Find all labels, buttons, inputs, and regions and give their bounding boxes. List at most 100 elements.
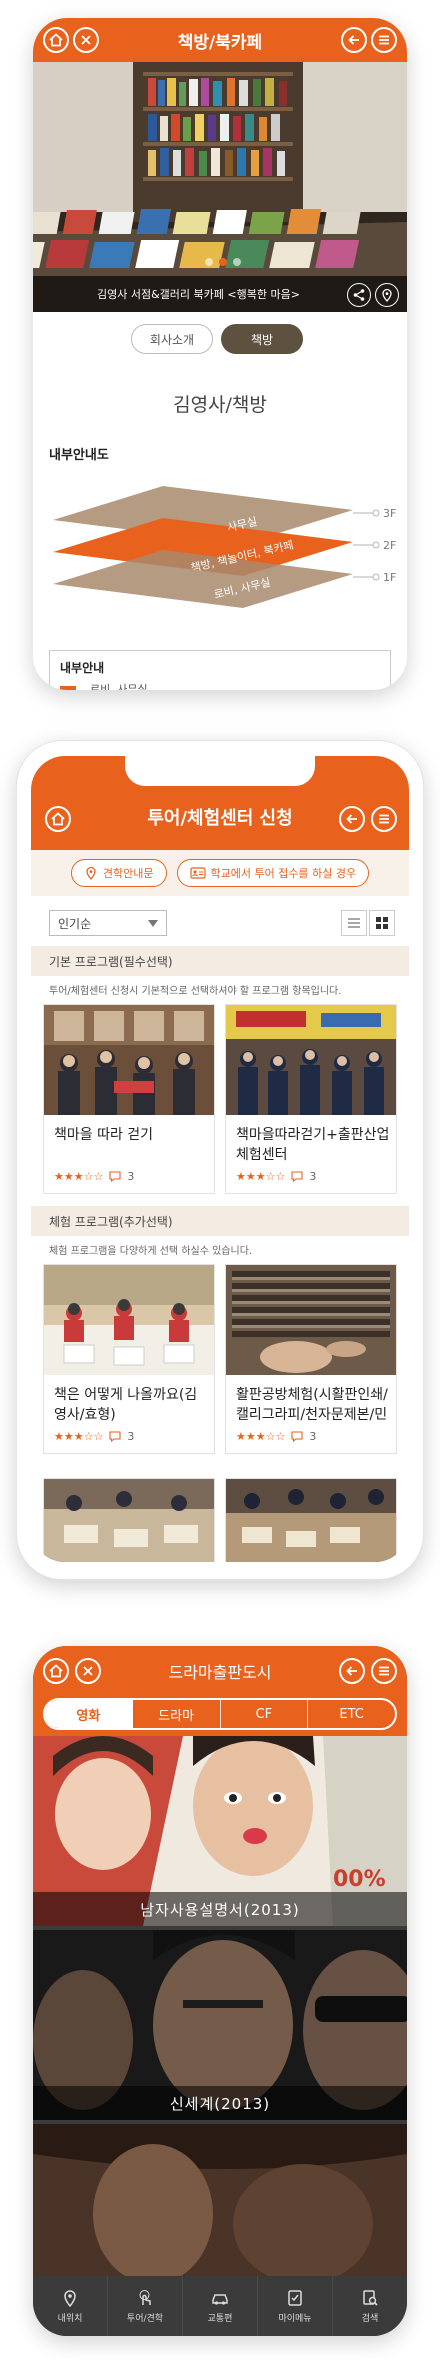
- nav-search[interactable]: 검색: [333, 2276, 407, 2336]
- program-card-partial[interactable]: [43, 1478, 215, 1562]
- grid-view-button[interactable]: [369, 910, 395, 936]
- hero-photo: 김영사 서점&갤러리 북카페 <행복한 마음>: [33, 62, 407, 312]
- home-icon: [49, 33, 63, 47]
- back-button[interactable]: [339, 1658, 365, 1684]
- comment-count: 3: [309, 1170, 317, 1183]
- phone-notch: [125, 756, 315, 786]
- comment-count: 3: [309, 1430, 317, 1443]
- category-tabs: 영화 드라마 CF ETC: [43, 1698, 397, 1730]
- list-view-button[interactable]: [341, 910, 367, 936]
- photo-people-library: [44, 1005, 214, 1115]
- movie-caption: 남자사용설명서(2013): [33, 1892, 407, 1926]
- floor-label-2f: 2F: [383, 539, 396, 552]
- close-icon: [81, 35, 91, 45]
- photo-students-table: [226, 1479, 396, 1562]
- slide-dot-active[interactable]: [219, 258, 227, 266]
- nav-label: 마이메뉴: [278, 2313, 312, 2324]
- nav-transport[interactable]: 교통편: [183, 2276, 258, 2336]
- nav-my-location[interactable]: 내위치: [33, 2276, 108, 2336]
- header-bar: 책방/북카페: [33, 18, 407, 62]
- tab-etc[interactable]: ETC: [308, 1700, 395, 1728]
- back-button[interactable]: [339, 806, 365, 832]
- photo-workshop: [44, 1479, 214, 1562]
- program-photo: [44, 1265, 214, 1375]
- school-tour-button[interactable]: 학교에서 투어 접수를 하실 경우: [176, 859, 370, 887]
- program-title: 책은 어떻게 나올까요(김영사/효형): [54, 1387, 198, 1423]
- menu-button[interactable]: [371, 27, 397, 53]
- rating-stars: ★★★☆☆: [54, 1170, 104, 1183]
- program-meta: ★★★☆☆ 3: [236, 1170, 316, 1183]
- location-button[interactable]: [375, 283, 399, 307]
- program-meta: ★★★☆☆ 3: [236, 1430, 316, 1443]
- floor-guide-title: 내부안내도: [49, 448, 109, 463]
- floor-list-title: 내부안내: [60, 661, 105, 675]
- program-title: 책마을따라걷기+출판산업체험센터: [236, 1127, 390, 1163]
- share-button[interactable]: [347, 283, 371, 307]
- search-document-icon: [363, 2289, 378, 2306]
- program-card-partial[interactable]: [225, 1478, 397, 1562]
- nav-tour[interactable]: 투어/견학: [108, 2276, 183, 2336]
- sort-select[interactable]: 인기순: [49, 910, 167, 936]
- home-button[interactable]: [43, 27, 69, 53]
- map-pin-icon: [64, 2289, 76, 2307]
- photo-type-blocks: [226, 1265, 396, 1375]
- map-pin-icon: [86, 866, 96, 880]
- tour-button-row: 견학안내문 학교에서 투어 접수를 하실 경우: [31, 850, 409, 896]
- tab-company[interactable]: 회사소개: [131, 324, 213, 354]
- slide-indicator: [205, 258, 241, 266]
- back-arrow-icon: [348, 35, 359, 45]
- header-bar: 투어/체험센터 신청: [31, 756, 409, 850]
- comment-count: 3: [127, 1170, 135, 1183]
- slide-dot[interactable]: [205, 258, 213, 266]
- tab-drama[interactable]: 드라마: [133, 1700, 221, 1728]
- page-title: 책방/북카페: [177, 32, 263, 53]
- program-card[interactable]: 책은 어떻게 나올까요(김영사/효형) ★★★☆☆ 3: [43, 1264, 215, 1454]
- sort-select-value: 인기순: [58, 916, 92, 931]
- menu-button[interactable]: [371, 806, 397, 832]
- home-button[interactable]: [43, 1658, 69, 1684]
- home-icon: [51, 812, 65, 826]
- tab-cf[interactable]: CF: [221, 1700, 309, 1728]
- phone-screen-bookstore: 책방/북카페 김영사 서점&갤러리 북카페 <행복한 마음> 회사소개 책방 김…: [33, 18, 407, 690]
- back-button[interactable]: [341, 27, 367, 53]
- movie-item[interactable]: 신세계(2013): [33, 1930, 407, 2120]
- school-tour-label: 학교에서 투어 접수를 하실 경우: [210, 867, 357, 880]
- program-card[interactable]: 책마을 따라 걷기 ★★★☆☆ 3: [43, 1004, 215, 1194]
- close-button[interactable]: [75, 1658, 101, 1684]
- hamburger-icon: [379, 814, 389, 824]
- tab-movie[interactable]: 영화: [45, 1700, 133, 1728]
- photo-kids-classroom: [44, 1265, 214, 1375]
- nav-my-menu[interactable]: 마이메뉴: [258, 2276, 333, 2336]
- program-card[interactable]: 활판공방체험(시활판인쇄/캘리그라피/천자문제본/민 ★★★☆☆ 3: [225, 1264, 397, 1454]
- section-heading: 김영사/책방: [173, 394, 267, 416]
- tab-bookstore[interactable]: 책방: [221, 324, 303, 354]
- hamburger-icon: [379, 1666, 389, 1676]
- movie-item[interactable]: 00% 남자사용설명서(2013): [33, 1736, 407, 1926]
- menu-button[interactable]: [371, 1658, 397, 1684]
- comment-count: 3: [127, 1430, 135, 1443]
- header-bar: 드라마출판도시: [33, 1646, 407, 1696]
- comment-icon: [109, 1431, 121, 1442]
- section-title: 체험 프로그램(추가선택): [49, 1214, 173, 1229]
- program-title: 활판공방체험(시활판인쇄/캘리그라피/천자문제본/민: [236, 1387, 388, 1423]
- slide-dot[interactable]: [233, 258, 241, 266]
- page-title: 드라마출판도시: [168, 1663, 272, 1682]
- tour-guide-button[interactable]: 견학안내문: [70, 859, 167, 887]
- close-button[interactable]: [73, 27, 99, 53]
- program-card[interactable]: 책마을따라걷기+출판산업체험센터 ★★★☆☆ 3: [225, 1004, 397, 1194]
- checklist-icon: [288, 2289, 302, 2306]
- id-card-icon: [189, 867, 206, 879]
- program-meta: ★★★☆☆ 3: [54, 1170, 134, 1183]
- grid-view-icon: [376, 917, 388, 929]
- movie-item-partial[interactable]: [33, 2124, 407, 2276]
- floor-list-item: 로비, 사무실: [60, 681, 148, 690]
- nav-label: 내위치: [57, 2313, 83, 2324]
- program-photo: [44, 1005, 214, 1115]
- floor-list-item-text: 로비, 사무실: [90, 683, 148, 690]
- section-title: 기본 프로그램(필수선택): [49, 954, 173, 969]
- section-header-extra: 체험 프로그램(추가선택): [31, 1206, 409, 1236]
- home-icon: [49, 1664, 63, 1678]
- home-button[interactable]: [45, 806, 71, 832]
- category-tab-bar: 영화 드라마 CF ETC: [33, 1696, 407, 1736]
- nav-label: 검색: [361, 2313, 379, 2324]
